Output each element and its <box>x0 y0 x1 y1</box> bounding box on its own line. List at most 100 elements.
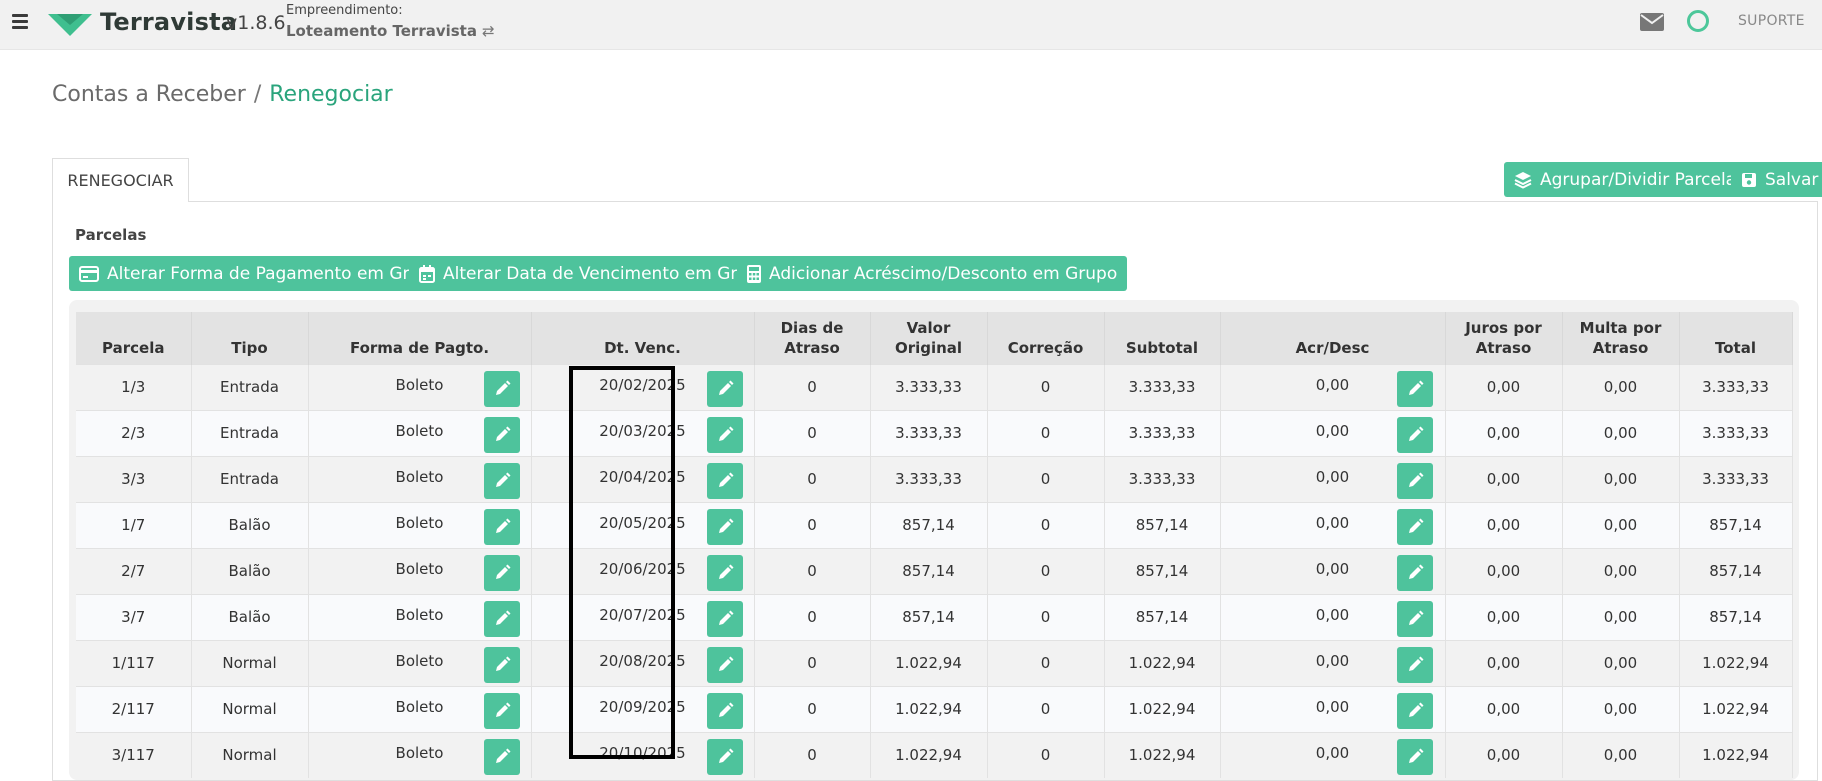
edit-dt-venc-button[interactable] <box>706 646 743 683</box>
pencil-icon <box>495 564 510 579</box>
edit-forma-pagto-button[interactable] <box>483 508 520 545</box>
edit-dt-venc-button[interactable] <box>706 416 743 453</box>
table-row: 3/3 Entrada Boleto 20/04/2025 0 3.333,33 0 3.33… <box>76 455 1793 502</box>
edit-acr-desc-button[interactable] <box>1396 508 1433 545</box>
cell-valor-original: 1.022,94 <box>870 685 988 732</box>
cell-dt-venc-cell: 20/05/2025 <box>531 501 755 548</box>
cell-acr-desc-cell: 0,00 <box>1220 409 1446 456</box>
cell-acr-desc: 0,00 <box>1315 513 1350 532</box>
header-juros: Juros por Atraso <box>1445 312 1563 364</box>
group-split-button[interactable]: Agrupar/Dividir Parcelas <box>1504 162 1755 197</box>
cell-dt-venc: 20/07/2025 <box>599 605 686 624</box>
suporte-link[interactable]: SUPORTE <box>1738 13 1805 29</box>
swap-icon[interactable]: ⇄ <box>482 22 495 40</box>
cell-tipo: Entrada <box>191 409 309 456</box>
edit-forma-pagto-button[interactable] <box>483 416 520 453</box>
cell-acr-desc-cell: 0,00 <box>1220 547 1446 594</box>
edit-dt-venc-button[interactable] <box>706 462 743 499</box>
edit-forma-pagto-button[interactable] <box>483 646 520 683</box>
breadcrumb-separator: / <box>253 82 262 107</box>
cell-correcao: 0 <box>987 593 1105 640</box>
cell-forma-pagto-cell: Boleto <box>308 593 532 640</box>
edit-acr-desc-button[interactable] <box>1396 416 1433 453</box>
edit-dt-venc-button[interactable] <box>706 600 743 637</box>
app-version: v1.8.6 <box>226 12 286 34</box>
cell-dt-venc: 20/04/2025 <box>599 467 686 486</box>
cell-valor-original: 1.022,94 <box>870 639 988 686</box>
cell-tipo: Normal <box>191 639 309 686</box>
edit-forma-pagto-button[interactable] <box>483 462 520 499</box>
cell-acr-desc: 0,00 <box>1315 467 1350 486</box>
cell-juros: 0,00 <box>1445 547 1563 594</box>
cell-dias-atraso: 0 <box>754 501 871 548</box>
cell-forma-pagto: Boleto <box>395 605 444 624</box>
cell-acr-desc-cell: 0,00 <box>1220 685 1446 732</box>
cell-multa: 0,00 <box>1562 363 1680 410</box>
breadcrumb-parent[interactable]: Contas a Receber <box>52 82 246 107</box>
edit-forma-pagto-button[interactable] <box>483 600 520 637</box>
cell-juros: 0,00 <box>1445 593 1563 640</box>
cell-dt-venc: 20/02/2025 <box>599 375 686 394</box>
cell-acr-desc-cell: 0,00 <box>1220 639 1446 686</box>
status-indicator-icon[interactable] <box>1687 10 1709 32</box>
terravista-logo-icon[interactable] <box>48 12 92 38</box>
edit-acr-desc-button[interactable] <box>1396 554 1433 591</box>
group-due-date-button[interactable]: Alterar Data de Vencimento em Grupo <box>409 256 780 291</box>
edit-acr-desc-button[interactable] <box>1396 738 1433 775</box>
pencil-icon <box>1408 518 1423 533</box>
cell-multa: 0,00 <box>1562 593 1680 640</box>
cell-juros: 0,00 <box>1445 639 1563 686</box>
cell-subtotal: 857,14 <box>1104 593 1221 640</box>
edit-acr-desc-button[interactable] <box>1396 462 1433 499</box>
header-valor-original: Valor Original <box>870 312 988 364</box>
hamburger-menu-icon[interactable] <box>12 14 28 29</box>
cell-total: 1.022,94 <box>1679 731 1793 778</box>
save-button[interactable]: Salvar <box>1731 162 1822 197</box>
cell-forma-pagto: Boleto <box>395 559 444 578</box>
edit-forma-pagto-button[interactable] <box>483 738 520 775</box>
edit-forma-pagto-button[interactable] <box>483 370 520 407</box>
cell-parcela: 3/117 <box>76 731 192 778</box>
cell-correcao: 0 <box>987 685 1105 732</box>
tab-renegociar[interactable]: RENEGOCIAR <box>52 158 189 202</box>
cell-total: 857,14 <box>1679 547 1793 594</box>
cell-forma-pagto: Boleto <box>395 743 444 762</box>
mail-icon[interactable] <box>1640 13 1664 31</box>
table-header-row: Parcela Tipo Forma de Pagto. Dt. Venc. D… <box>76 312 1793 364</box>
edit-acr-desc-button[interactable] <box>1396 370 1433 407</box>
empreendimento-selector[interactable]: Loteamento Terravista ⇄ <box>286 22 495 40</box>
group-payment-button[interactable]: Alterar Forma de Pagamento em Grupo <box>69 256 452 291</box>
cell-acr-desc-cell: 0,00 <box>1220 593 1446 640</box>
pencil-icon <box>495 748 510 763</box>
cell-forma-pagto-cell: Boleto <box>308 455 532 502</box>
pencil-icon <box>495 472 510 487</box>
table-row: 1/117 Normal Boleto 20/08/2025 0 1.022,94 0 1.0… <box>76 639 1793 686</box>
pencil-icon <box>718 656 733 671</box>
edit-dt-venc-button[interactable] <box>706 554 743 591</box>
parcelas-table: Parcela Tipo Forma de Pagto. Dt. Venc. D… <box>76 312 1793 778</box>
group-adjust-button[interactable]: Adicionar Acréscimo/Desconto em Grupo <box>737 256 1128 291</box>
cell-subtotal: 3.333,33 <box>1104 409 1221 456</box>
cell-valor-original: 857,14 <box>870 547 988 594</box>
cell-forma-pagto: Boleto <box>395 467 444 486</box>
edit-acr-desc-button[interactable] <box>1396 600 1433 637</box>
group-split-label: Agrupar/Dividir Parcelas <box>1540 169 1745 190</box>
cell-dias-atraso: 0 <box>754 731 871 778</box>
edit-acr-desc-button[interactable] <box>1396 646 1433 683</box>
group-payment-label: Alterar Forma de Pagamento em Grupo <box>107 263 442 284</box>
pencil-icon <box>718 610 733 625</box>
edit-dt-venc-button[interactable] <box>706 370 743 407</box>
edit-dt-venc-button[interactable] <box>706 692 743 729</box>
header-multa: Multa por Atraso <box>1562 312 1680 364</box>
parcelas-section-title: Parcelas <box>75 226 147 244</box>
cell-dias-atraso: 0 <box>754 455 871 502</box>
cell-parcela: 3/3 <box>76 455 192 502</box>
edit-dt-venc-button[interactable] <box>706 508 743 545</box>
edit-dt-venc-button[interactable] <box>706 738 743 775</box>
cell-parcela: 1/3 <box>76 363 192 410</box>
edit-acr-desc-button[interactable] <box>1396 692 1433 729</box>
table-row: 3/7 Balão Boleto 20/07/2025 0 857,14 0 857,14 0,… <box>76 593 1793 640</box>
edit-forma-pagto-button[interactable] <box>483 692 520 729</box>
cell-forma-pagto-cell: Boleto <box>308 731 532 778</box>
edit-forma-pagto-button[interactable] <box>483 554 520 591</box>
